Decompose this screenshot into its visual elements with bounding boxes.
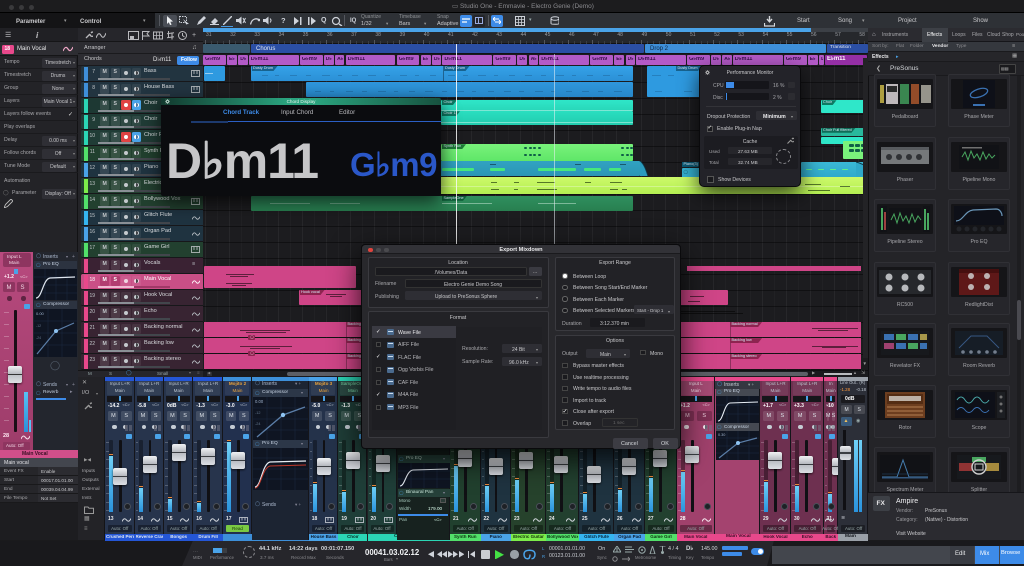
svg-text:0.00: 0.00 <box>36 311 45 316</box>
svg-text:-12: -12 <box>36 324 41 328</box>
svg-text:0.30: 0.30 <box>718 433 725 437</box>
svg-text:-24: -24 <box>255 422 261 426</box>
svg-text:0.00: 0.00 <box>255 399 264 404</box>
svg-text:-12: -12 <box>255 411 261 415</box>
svg-text:-24: -24 <box>36 336 41 340</box>
